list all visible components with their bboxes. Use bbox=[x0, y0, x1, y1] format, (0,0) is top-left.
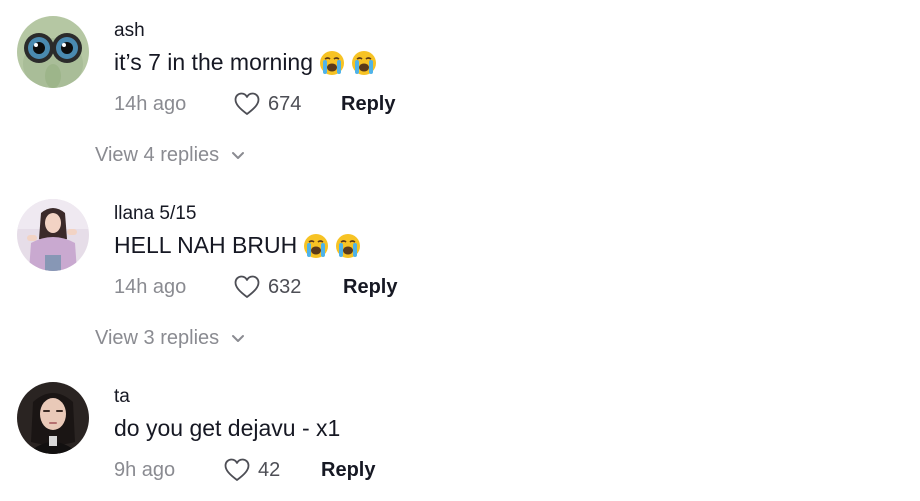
comment-text: do you get dejavu - x1 bbox=[114, 415, 340, 442]
loudly-crying-face-emoji bbox=[352, 50, 377, 75]
comment-time: 9h ago bbox=[114, 458, 176, 481]
comment-text: it’s 7 in the morning bbox=[114, 49, 377, 76]
reply-button[interactable]: Reply bbox=[341, 93, 395, 116]
reply-button[interactable]: Reply bbox=[321, 459, 375, 482]
like-button[interactable]: 42 bbox=[224, 458, 321, 482]
view-replies-label: View 4 replies bbox=[95, 144, 220, 166]
comment-time: 14h ago bbox=[114, 275, 187, 298]
loudly-crying-face-emoji bbox=[320, 50, 345, 75]
comment-username[interactable]: ash bbox=[114, 20, 145, 42]
loudly-crying-face-emoji bbox=[336, 233, 361, 258]
avatar[interactable] bbox=[17, 199, 89, 271]
view-replies-button[interactable]: View 4 replies bbox=[95, 144, 245, 167]
comment-meta: 9h ago 42 Reply bbox=[114, 455, 375, 485]
heart-outline-icon bbox=[234, 92, 260, 115]
avatar-image bbox=[17, 382, 89, 454]
heart-outline-icon bbox=[224, 458, 250, 481]
comment-text-content: HELL NAH BRUH bbox=[114, 232, 298, 258]
avatar[interactable] bbox=[17, 16, 89, 88]
comment-username[interactable]: ta bbox=[114, 386, 130, 408]
view-replies-label: View 3 replies bbox=[95, 327, 220, 349]
comment-text-content: do you get dejavu - x1 bbox=[114, 415, 341, 441]
comment-meta: 14h ago 674 Reply bbox=[114, 89, 395, 119]
comment-meta: 14h ago 632 Reply bbox=[114, 272, 397, 302]
like-button[interactable]: 674 bbox=[234, 92, 341, 116]
chevron-down-icon bbox=[232, 151, 245, 159]
chevron-down-icon bbox=[232, 334, 245, 342]
comment-text-content: it’s 7 in the morning bbox=[114, 49, 314, 75]
avatar-image bbox=[17, 16, 89, 88]
like-count: 674 bbox=[268, 92, 302, 115]
comment-time: 14h ago bbox=[114, 92, 187, 115]
comment-text: HELL NAH BRUH bbox=[114, 232, 361, 259]
heart-outline-icon bbox=[234, 275, 260, 298]
avatar[interactable] bbox=[17, 382, 89, 454]
like-count: 42 bbox=[258, 458, 281, 481]
avatar-image bbox=[17, 199, 89, 271]
comment-username[interactable]: llana 5/15 bbox=[114, 203, 196, 225]
reply-button[interactable]: Reply bbox=[343, 276, 397, 299]
like-button[interactable]: 632 bbox=[234, 275, 343, 299]
view-replies-button[interactable]: View 3 replies bbox=[95, 327, 245, 350]
loudly-crying-face-emoji bbox=[304, 233, 329, 258]
like-count: 632 bbox=[268, 275, 302, 298]
